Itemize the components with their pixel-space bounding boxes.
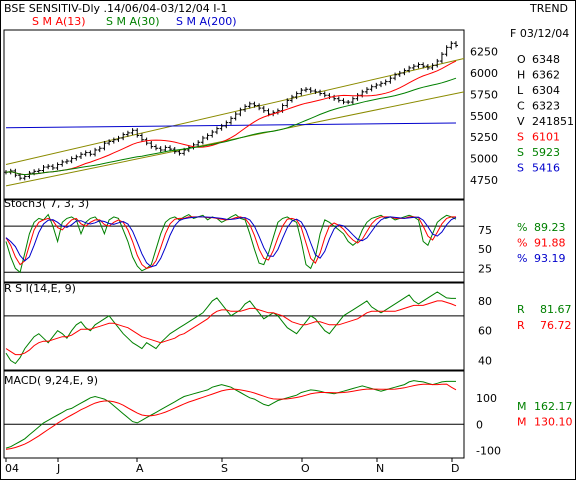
price-ytick: 5000	[470, 153, 498, 166]
rsi-readout-key: R	[517, 319, 525, 332]
info-value: 241851	[532, 115, 574, 128]
info-key: H	[517, 69, 525, 82]
macd-ytick: -100	[476, 445, 501, 458]
x-tick-label: 04	[5, 462, 19, 475]
x-tick-label: D	[451, 462, 459, 475]
info-date: F 03/12/04	[510, 27, 569, 40]
chart-svg: BSE SENSITIV-Dly .14/06/04-03/12/04 I-1 …	[0, 0, 576, 480]
rsi-readout-value: 76.72	[540, 319, 572, 332]
macd-readout-key: M	[517, 416, 527, 429]
rsi-ytick: 80	[478, 295, 492, 308]
rsi-readout-value: 81.67	[540, 303, 572, 316]
price-ytick: 5750	[470, 88, 498, 101]
info-key: S	[517, 131, 524, 144]
info-value: 6348	[532, 53, 560, 66]
stoch-readout-key: %	[517, 221, 527, 234]
info-key: L	[517, 84, 524, 97]
stoch-readout-value: 91.88	[534, 237, 566, 250]
stoch-ytick: 75	[478, 224, 492, 237]
trend-label: TREND	[529, 2, 568, 15]
info-value: 5923	[532, 146, 560, 159]
stoch-label: Stoch3( 7, 3, 3)	[4, 197, 89, 210]
rsi-ytick: 40	[478, 355, 492, 368]
stoch-readout: % 89.23% 91.88% 93.19	[517, 221, 566, 265]
info-value: 5416	[532, 162, 560, 175]
info-value: 6362	[532, 69, 560, 82]
price-ytick: 6250	[470, 46, 498, 59]
legend-sma13: S M A(13)	[32, 15, 86, 28]
chart-title: BSE SENSITIV-Dly .14/06/04-03/12/04 I-1	[4, 2, 228, 15]
rsi-readout-key: R	[517, 303, 525, 316]
chart-window: BSE SENSITIV-Dly .14/06/04-03/12/04 I-1 …	[0, 0, 576, 480]
macd-readout-value: 162.17	[534, 400, 573, 413]
stoch-readout-key: %	[517, 252, 527, 265]
price-ytick: 5250	[470, 131, 498, 144]
rsi-label: R S I(14,E, 9)	[4, 282, 76, 295]
info-value: 6101	[532, 131, 560, 144]
stoch-ytick: 50	[478, 243, 492, 256]
legend-sma200: S M A(200)	[176, 15, 237, 28]
price-ytick: 6000	[470, 67, 498, 80]
macd-ytick: 100	[476, 392, 497, 405]
price-ytick: 5500	[470, 110, 498, 123]
stoch-readout-key: %	[517, 237, 527, 250]
info-key: C	[517, 100, 525, 113]
x-tick-label: N	[376, 462, 384, 475]
info-value: 6323	[532, 100, 560, 113]
macd-readout-value: 130.10	[534, 416, 573, 429]
macd-label: MACD( 9,24,E, 9)	[4, 374, 98, 387]
x-tick-label: A	[136, 462, 144, 475]
x-tick-label: J	[56, 462, 60, 475]
stoch-ytick: 25	[478, 262, 492, 275]
stoch-readout-value: 93.19	[534, 252, 566, 265]
info-key: O	[517, 53, 526, 66]
info-value: 6304	[532, 84, 560, 97]
macd-ytick: 0	[476, 418, 483, 431]
legend-sma30: S M A(30)	[106, 15, 160, 28]
rsi-ytick: 60	[478, 325, 492, 338]
x-tick-label: S	[221, 462, 228, 475]
price-ytick: 4750	[470, 174, 498, 187]
macd-readout-key: M	[517, 400, 527, 413]
info-key: S	[517, 162, 524, 175]
info-key: S	[517, 146, 524, 159]
x-tick-label: O	[301, 462, 310, 475]
info-key: V	[517, 115, 525, 128]
stoch-readout-value: 89.23	[534, 221, 566, 234]
